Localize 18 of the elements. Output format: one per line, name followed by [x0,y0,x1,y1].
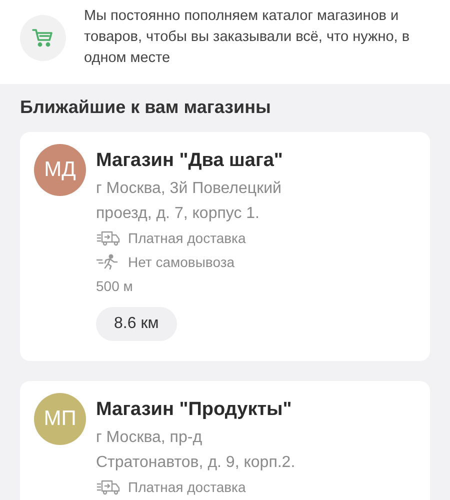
feature-text: Платная доставка [128,230,246,246]
store-address: г Москва, пр-д Стратонавтов, д. 9, корп.2. [96,428,296,473]
store-avatar: МП [34,393,86,445]
distance-text: 500 м [96,277,133,296]
distance-chip: 8.6 км [96,307,177,341]
feature-text: Нет самовывоза [128,254,235,270]
store-card[interactable]: МД Магазин "Два шага" г Москва, 3й Повелецкий проезд, д. 7, корпус 1. Платная доставка Нет самовывоза 500 м 8.6 км [20,132,430,361]
store-address: г Москва, 3й Повелецкий проезд, д. 7, корпус 1. [96,179,282,224]
info-text: Мы постоянно пополняем каталог магазинов и товаров, чтобы вы заказывали всё, что нужно, в одном месте [84,6,411,68]
cart-icon [20,15,66,61]
feature-text: Платная доставка [128,479,246,495]
store-avatar: МД [34,144,86,196]
delivery-truck-icon [96,230,122,246]
store-name: Магазин "Продукты" [96,398,292,422]
delivery-truck-icon [96,479,122,495]
store-card[interactable]: МП Магазин "Продукты" г Москва, пр-д Стратонавтов, д. 9, корп.2. Платная доставка [20,381,430,500]
store-name: Магазин "Два шага" [96,149,283,173]
section-title: Ближайшие к вам магазины [20,96,272,119]
